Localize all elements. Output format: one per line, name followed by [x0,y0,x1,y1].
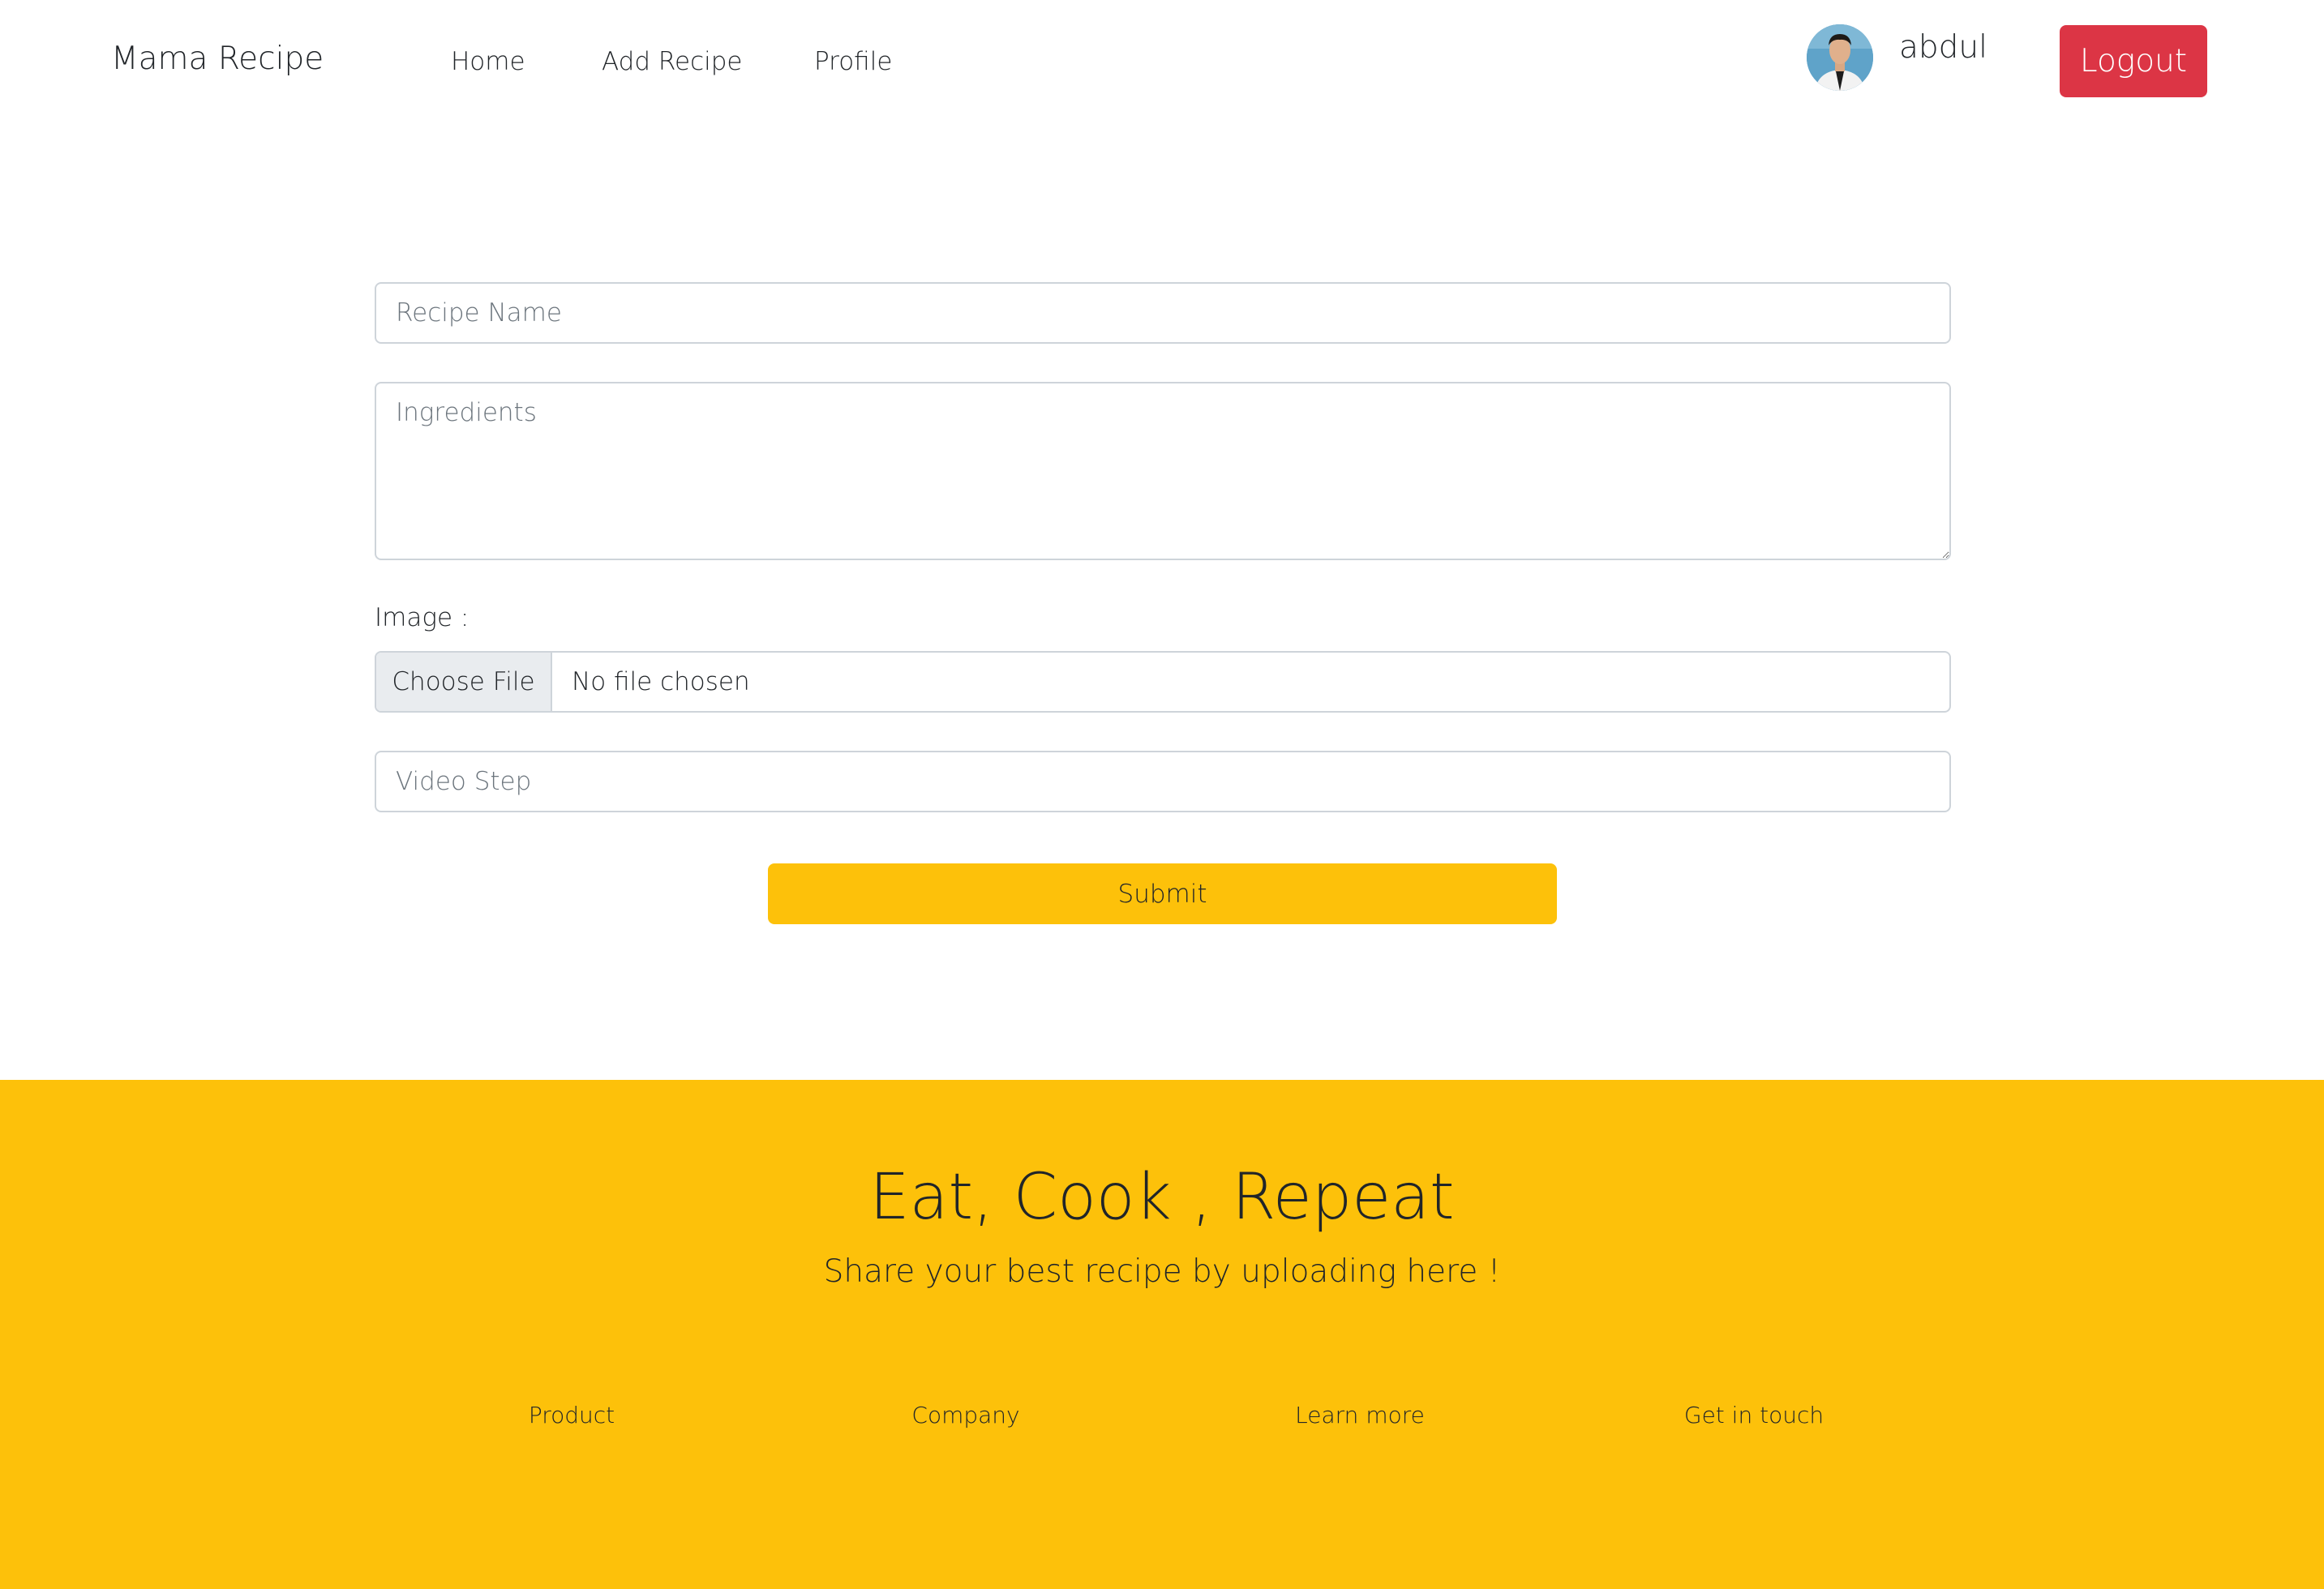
image-label: Image : [375,603,470,632]
footer-link-learn-more[interactable]: Learn more [1163,1402,1557,1428]
logout-button[interactable]: Logout [2060,25,2207,97]
nav-link-profile[interactable]: Profile [814,47,892,76]
recipe-name-input[interactable] [375,282,1951,344]
navbar: Mama Recipe Home Add Recipe Profile abdu… [0,0,2324,130]
choose-file-button[interactable]: Choose File [376,653,552,711]
video-step-input[interactable] [375,751,1951,812]
footer-link-get-in-touch[interactable]: Get in touch [1557,1402,1951,1428]
footer-title: Eat, Cook , Repeat [869,1161,1455,1234]
username[interactable]: abdul [1899,29,1987,66]
nav-link-add-recipe[interactable]: Add Recipe [602,47,743,76]
nav-link-home[interactable]: Home [451,47,525,76]
image-file-input[interactable]: Choose File No file chosen [375,651,1951,713]
submit-button[interactable]: Submit [768,863,1557,924]
user-avatar-photo [1807,24,1873,91]
file-status-text: No file chosen [572,667,750,696]
footer-link-product[interactable]: Product [375,1402,769,1428]
footer: Eat, Cook , Repeat Share your best recip… [0,1080,2324,1589]
brand-logo-text[interactable]: Mama Recipe [111,41,324,77]
footer-link-company[interactable]: Company [769,1402,1163,1428]
ingredients-textarea[interactable] [375,382,1951,560]
footer-subtitle: Share your best recipe by uploading here… [823,1253,1501,1290]
user-avatar[interactable] [1807,24,1873,91]
